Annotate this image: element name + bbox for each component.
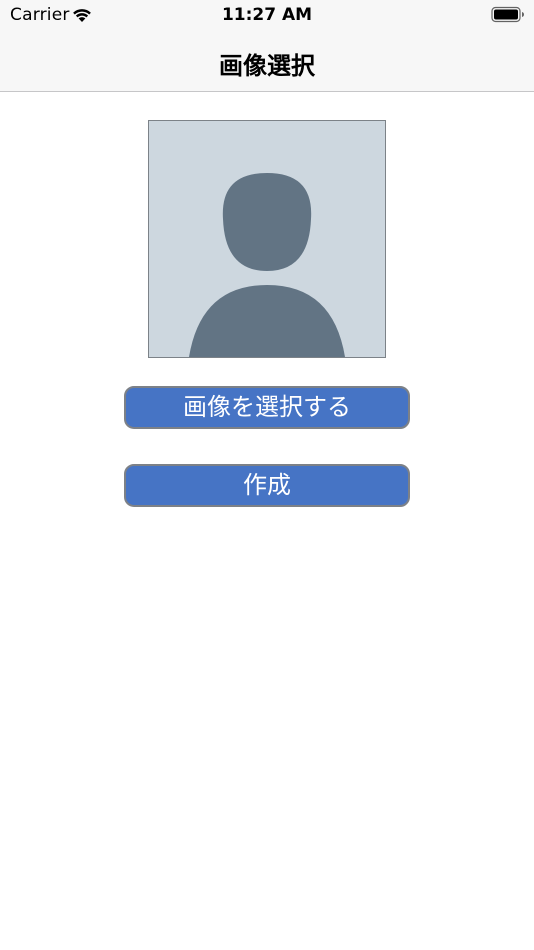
person-placeholder-icon — [189, 173, 345, 357]
select-image-button[interactable]: 画像を選択する — [124, 386, 410, 429]
navigation-bar: 画像選択 — [0, 30, 534, 92]
status-time: 11:27 AM — [221, 5, 313, 25]
status-bar: Carrier 11:27 AM — [0, 0, 534, 30]
battery-icon — [491, 6, 524, 23]
image-preview — [148, 120, 386, 358]
page-title: 画像選択 — [219, 52, 315, 80]
create-button[interactable]: 作成 — [124, 464, 410, 507]
